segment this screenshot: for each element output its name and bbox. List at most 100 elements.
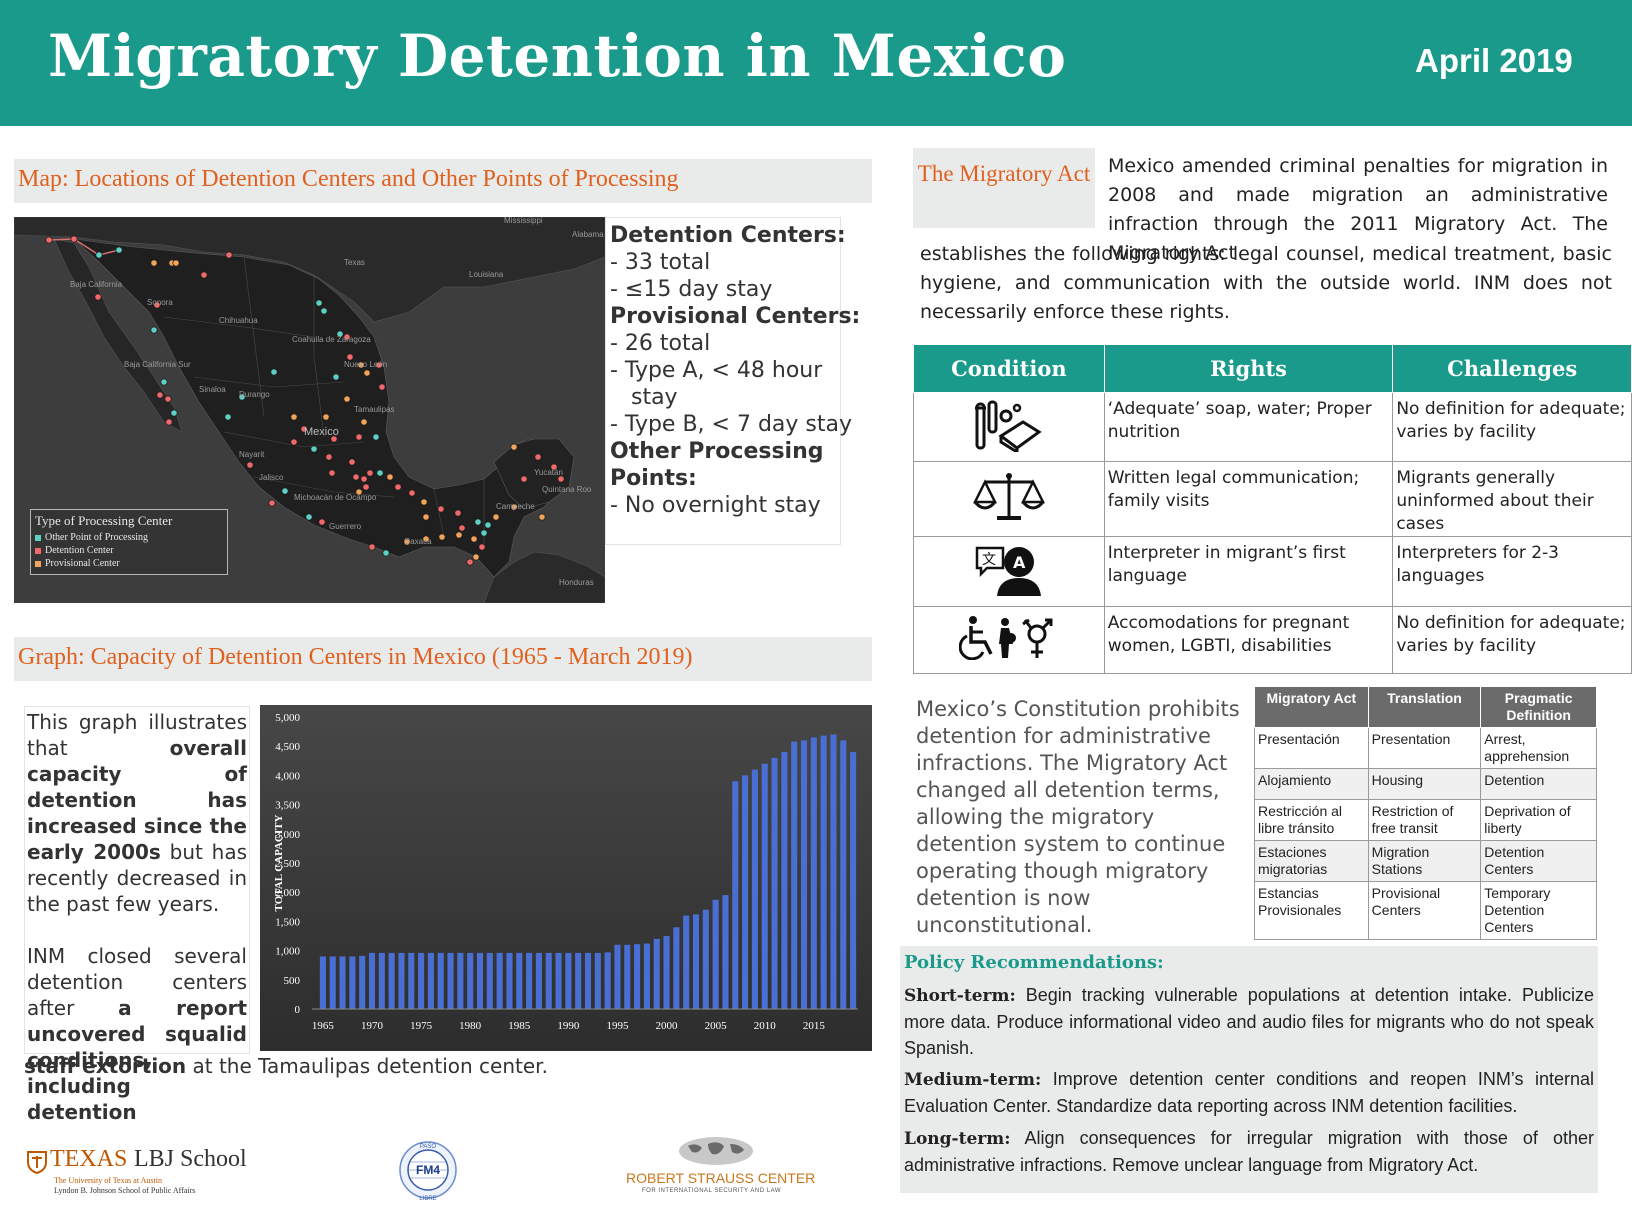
condition-cell: 文 A [913,536,1105,607]
map-point [376,469,384,477]
summary-item: - Type B, < 7 day stay [610,412,852,437]
capacity-bar [584,952,592,1009]
map-label: Mexico [304,426,339,438]
map-label: Texas [344,258,365,267]
x-tick-label: 1980 [459,1020,482,1032]
map-label: Nuevo León [344,360,387,369]
map-point [437,505,445,513]
y-tick-label: 1,000 [275,946,300,958]
x-tick-label: 1965 [312,1020,335,1032]
map-point [455,531,463,539]
column-header: Translation [1367,686,1482,728]
map-label: Baja California [70,280,123,289]
legend-swatch [35,560,41,567]
map-point [438,533,446,541]
table-row: ‘Adequate’ soap, water; Proper nutrition… [913,392,1632,462]
column-header: Rights [1103,344,1394,393]
column-header: Challenges [1392,344,1632,393]
table-cell: Estaciones migratorias [1254,840,1369,882]
capacity-bar [339,956,346,1009]
capacity-bar [683,915,690,1009]
summary-item: - Type A, < 48 hour [610,358,823,383]
map-label: Campeche [496,502,535,511]
map-label: Baja California Sur [124,360,191,369]
map-point [115,246,123,254]
table-row: Written legal communication; family visi… [913,461,1632,537]
capacity-bar [761,763,768,1009]
summary-heading: Other Processing [610,439,824,464]
translation-table-header: Migratory Act Translation Pragmatic Defi… [1254,686,1597,728]
map-point [534,453,542,461]
map-label: Honduras [559,578,594,587]
map-point [156,391,164,399]
table-cell: Arrest, apprehension [1480,727,1597,769]
map-label: Alabama [572,230,604,239]
column-header: Condition [913,344,1105,393]
map-point [368,543,376,551]
x-tick-label: 1985 [508,1020,530,1032]
legend-label: Other Point of Processing [45,532,149,543]
summary-heading: Detention Centers: [610,223,846,248]
capacity-bar [486,952,493,1009]
fm4-logo: PASO FM4 LIBRE [396,1136,460,1204]
capacity-bar [771,757,778,1009]
map-label: Mississippi [504,217,543,225]
condition-cell [913,392,1105,462]
capacity-bar [476,952,484,1009]
rights-cell: Interpreter in migrant’s first language [1103,536,1394,607]
capacity-bar [594,952,601,1009]
translation-table: Migratory Act Translation Pragmatic Defi… [1254,686,1597,940]
capacity-bar [398,952,405,1009]
x-tick-label: 2010 [754,1020,777,1032]
map-point [270,368,278,376]
capacity-bar [800,740,808,1009]
map-point [305,513,313,521]
y-tick-label: 1,500 [275,916,300,928]
capacity-chart-svg: 05001,0001,5002,0002,5003,0003,5004,0004… [273,712,858,1032]
y-axis-label: TOTAL CAPACITY [273,815,285,912]
map-point [325,453,333,461]
map-point [478,543,486,551]
map-point [363,369,371,377]
map-point [408,489,416,497]
map-label: Sinaloa [199,385,226,394]
map-point [225,251,233,259]
rights-table-header: Condition Rights Challenges [913,344,1632,393]
map-point [378,383,386,391]
capacity-bar [634,944,641,1009]
capacity-bar [673,927,680,1009]
capacity-bar [388,952,395,1009]
summary-heading: Points: [610,466,697,491]
x-tick-label: 1975 [410,1020,433,1032]
x-tick-label: 2015 [803,1020,826,1032]
detention-map: Mississippi Alabama Baja California Texa… [14,217,605,603]
map-point [164,395,172,403]
map-point [458,524,466,532]
migratory-act-paragraph: establishes the following rights: legal … [920,243,1612,323]
map-label: Oaxaca [404,537,432,546]
policy-heading: Policy Recommendations: [904,952,1164,973]
capacity-bar [319,956,326,1009]
capacity-bar [653,938,660,1009]
map-point [45,236,53,244]
map-point [480,529,488,537]
capacity-bar [329,956,336,1009]
lbj-school-logo: TEXAS LBJ School The University of Texas… [26,1146,247,1196]
legend-label: Detention Center [45,545,114,556]
capacity-bar [418,952,425,1009]
map-label: Guerrero [329,522,362,531]
map-point [94,293,102,301]
map-label: Sonora [147,298,173,307]
challenges-cell: No definition for adequate; varies by fa… [1392,606,1632,674]
capacity-bar [722,895,729,1009]
table-cell: Restricción al libre tránsito [1254,799,1369,841]
rights-cell: Accomodations for pregnant women, LGBTI,… [1103,606,1394,674]
capacity-bar [663,936,670,1009]
capacity-bar [781,752,788,1009]
capacity-bar [614,944,621,1009]
map-point [520,475,528,483]
capacity-bar [830,734,837,1009]
map-point [510,443,518,451]
map-point [420,498,428,506]
map-point [70,235,78,243]
